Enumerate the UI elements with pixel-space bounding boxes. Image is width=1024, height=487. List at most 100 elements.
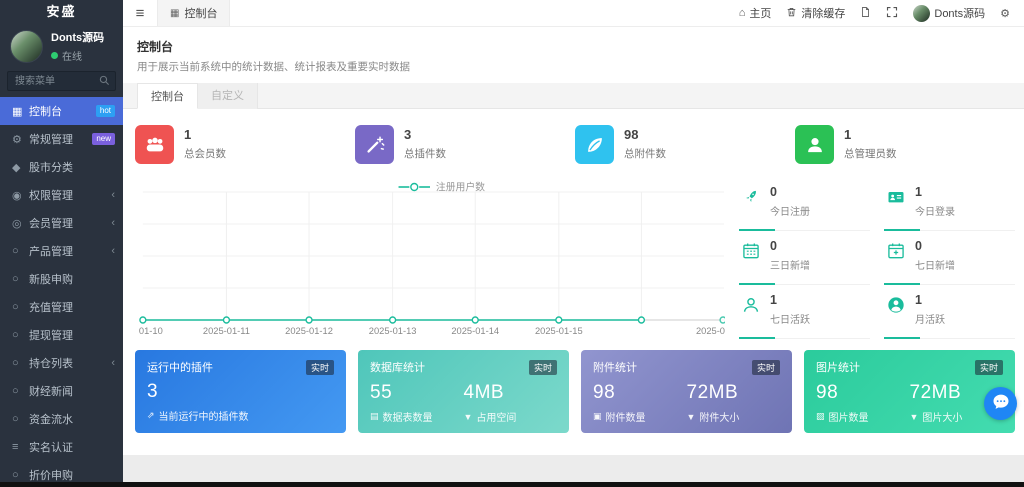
sidebar-menu: ▦ 控制台 hot ⚙ 常规管理 new ◆ 股市分类 ◉ 权限管理 ‹ ◎ 会… — [0, 97, 123, 482]
svg-text:2025-01-13: 2025-01-13 — [369, 325, 417, 336]
profile-menu[interactable]: Donts源码 — [913, 4, 985, 22]
user-panel: Donts源码 在线 — [0, 24, 123, 67]
chat-button[interactable] — [984, 387, 1017, 420]
menu-search — [7, 71, 116, 91]
mini-stat-7day-new: 0 七日新增 — [884, 232, 1015, 285]
user-avatar — [913, 4, 931, 22]
rocket-icon — [741, 185, 761, 218]
circle-icon: ○ — [12, 301, 19, 313]
sidebar-toggle-button[interactable]: ≡ — [123, 0, 157, 26]
topbar-tab-dashboard[interactable]: ▦ 控制台 — [157, 0, 231, 26]
stat-row: 1 总会员数 3 总插件数 98 总附件数 1 总管理员数 — [135, 117, 1015, 168]
mini-stat-7day-active: 1 七日活跃 — [739, 286, 870, 339]
home-button[interactable]: ⌂ 主页 — [739, 5, 772, 21]
mini-stat-today-login: 1 今日登录 — [884, 178, 1015, 231]
sidebar-item-recharge[interactable]: ○ 充值管理 — [0, 293, 123, 321]
stat-total-admins: 1 总管理员数 — [795, 123, 1015, 164]
users-icon: ◉ — [12, 189, 22, 202]
sidebar-item-stock-category[interactable]: ◆ 股市分类 — [0, 153, 123, 181]
fullscreen-icon — [886, 6, 898, 21]
page-header: 控制台 用于展示当前系统中的统计数据、统计报表及重要实时数据 — [123, 27, 1024, 74]
sidebar-item-realname[interactable]: ≡ 实名认证 — [0, 433, 123, 461]
x-axis-labels: 01-10 2025-01-11 2025-01-12 2025-01-13 2… — [139, 325, 725, 336]
content-panel: 控制台 用于展示当前系统中的统计数据、统计报表及重要实时数据 控制台 自定义 1… — [123, 27, 1024, 455]
sidebar-item-withdraw[interactable]: ○ 提现管理 — [0, 321, 123, 349]
image-icon: ▨ — [816, 411, 825, 421]
user-icon — [795, 125, 834, 164]
realtime-badge: 实时 — [528, 359, 557, 375]
svg-text:注册用户数: 注册用户数 — [436, 180, 485, 193]
filter-icon: ▼ — [463, 411, 473, 422]
stat-total-plugins: 3 总插件数 — [355, 123, 575, 164]
leaf-icon — [575, 125, 614, 164]
sidebar-item-general[interactable]: ⚙ 常规管理 new — [0, 125, 123, 153]
brand-title: 安盛 — [46, 4, 77, 19]
chevron-left-icon: ‹ — [111, 245, 115, 257]
admin-dashboard: 安盛 Donts源码 在线 ▦ 控制台 hot — [0, 0, 1024, 487]
sidebar: 安盛 Donts源码 在线 ▦ 控制台 hot — [0, 0, 123, 482]
calendar-icon — [741, 239, 761, 272]
search-icon[interactable] — [99, 75, 110, 89]
user-name: Donts源码 — [51, 32, 105, 44]
stat-total-members: 1 总会员数 — [135, 123, 355, 164]
circle-icon: ○ — [12, 273, 19, 285]
bottom-gap — [123, 455, 1024, 482]
gradient-card-row: 运行中的插件 实时 3 ⇗ 当前运行中的插件数 数据库统计 实时 55 ▤ 数据… — [135, 350, 1015, 433]
svg-text:2025-01-12: 2025-01-12 — [285, 325, 333, 336]
svg-text:2025-01-15: 2025-01-15 — [535, 325, 583, 336]
register-users-chart: 注册用户数 01-10 2025-01-11 2025-01-12 2025-0… — [135, 174, 727, 342]
chevron-left-icon: ‹ — [111, 217, 115, 229]
svg-text:01-10: 01-10 — [139, 325, 163, 336]
dashboard-icon: ▦ — [12, 105, 23, 118]
sidebar-item-member[interactable]: ◎ 会员管理 ‹ — [0, 209, 123, 237]
tab-custom[interactable]: 自定义 — [198, 83, 258, 109]
circle-icon: ○ — [12, 413, 19, 425]
card-running-plugins: 运行中的插件 实时 3 ⇗ 当前运行中的插件数 — [135, 350, 346, 433]
card-database-stats: 数据库统计 实时 55 ▤ 数据表数量 4MB ▼ 占用空间 — [358, 350, 569, 433]
hot-badge: hot — [95, 105, 115, 117]
online-dot-icon — [51, 52, 58, 59]
sidebar-item-positions[interactable]: ○ 持仓列表 ‹ — [0, 349, 123, 377]
user-status: 在线 — [51, 48, 104, 63]
topbar-right: ⌂ 主页 清除缓存 Donts源码 ⚙ — [739, 0, 1024, 26]
bottom-strip — [0, 482, 1024, 487]
sidebar-item-discount-subscribe[interactable]: ○ 折价申购 — [0, 461, 123, 482]
chat-bubble-icon — [991, 392, 1011, 415]
copy-icon: ▣ — [593, 411, 602, 421]
svg-text:2025-01-11: 2025-01-11 — [203, 325, 250, 336]
circle-icon: ○ — [12, 329, 19, 341]
mini-stat-today-register: 0 今日注册 — [739, 178, 870, 231]
user-circle-icon — [886, 293, 906, 326]
circle-icon: ○ — [12, 469, 19, 481]
list-icon: ≡ — [12, 441, 19, 453]
card-image-stats: 图片统计 实时 98 ▨ 图片数量 72MB ▼ 图片大小 — [804, 350, 1015, 433]
new-badge: new — [92, 133, 115, 145]
sidebar-item-new-stock[interactable]: ○ 新股申购 — [0, 265, 123, 293]
svg-text:2025-01-14: 2025-01-14 — [451, 325, 499, 336]
gears-icon: ⚙ — [12, 133, 22, 146]
sidebar-item-auth[interactable]: ◉ 权限管理 ‹ — [0, 181, 123, 209]
tab-dashboard[interactable]: 控制台 — [137, 83, 198, 109]
circle-icon: ○ — [12, 357, 19, 369]
fullscreen-button[interactable] — [886, 6, 898, 21]
mini-stats-grid: 0 今日注册 1 今日登录 0 三日新增 0 七日新增 1 七日活跃 1 月活跃 — [739, 174, 1015, 342]
topbar: ≡ ▦ 控制台 ⌂ 主页 清除缓存 Donts源码 ⚙ — [123, 0, 1024, 27]
chevron-left-icon: ‹ — [111, 189, 115, 201]
card-attachment-stats: 附件统计 实时 98 ▣ 附件数量 72MB ▼ 附件大小 — [581, 350, 792, 433]
magic-wand-icon — [355, 125, 394, 164]
sidebar-item-money-log[interactable]: ○ 资金流水 — [0, 405, 123, 433]
page-title: 控制台 — [137, 40, 174, 54]
magic-wand-icon: ⇗ — [147, 410, 155, 420]
realtime-badge: 实时 — [751, 359, 780, 375]
realtime-badge: 实时 — [305, 359, 334, 375]
user-avatar[interactable] — [10, 29, 43, 63]
clear-cache-button[interactable]: 清除缓存 — [786, 5, 845, 21]
settings-button[interactable]: ⚙ — [1000, 7, 1010, 20]
sidebar-item-product[interactable]: ○ 产品管理 ‹ — [0, 237, 123, 265]
dashboard-main: 1 总会员数 3 总插件数 98 总附件数 1 总管理员数 注册用户数 01-1… — [123, 109, 1024, 433]
mini-stat-month-active: 1 月活跃 — [884, 286, 1015, 339]
wipe-cache-button[interactable] — [860, 6, 871, 21]
sidebar-item-dashboard[interactable]: ▦ 控制台 hot — [0, 97, 123, 125]
sidebar-item-finance-news[interactable]: ○ 财经新闻 — [0, 377, 123, 405]
gears-icon: ⚙ — [1000, 7, 1010, 20]
